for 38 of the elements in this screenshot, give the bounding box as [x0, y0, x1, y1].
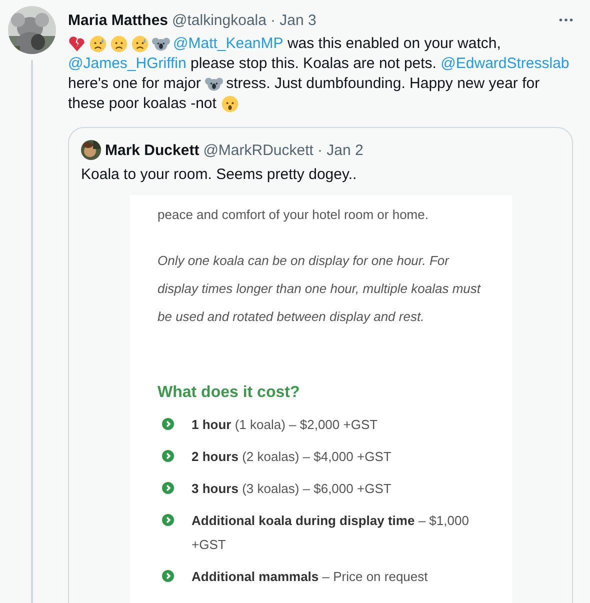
price-item: Additional koala during display time – $1,000 [192, 512, 469, 530]
chevron-bullet-icon [162, 450, 174, 462]
document-text: peace and comfort of your hotel room or home. [158, 206, 430, 224]
chevron-bullet-icon [162, 418, 174, 430]
chevron-bullet-icon [162, 514, 174, 526]
tweet-text: these poor koalas -not [68, 94, 218, 114]
tweet-text: please stop this. Koalas are not pets. [189, 54, 438, 74]
author-name[interactable]: Maria Matthes [68, 12, 168, 28]
chevron-bullet-icon [162, 482, 174, 494]
tweet-text: was this enabled on your watch, [286, 34, 501, 54]
tweet-text: Koala to your room. Seems pretty dogey.. [81, 166, 358, 183]
koala-icon [152, 35, 170, 53]
price-item: 3 hours (3 koalas) – $6,000 +GST [192, 480, 392, 498]
price-item: 1 hour (1 koala) – $2,000 +GST [192, 416, 378, 434]
price-item: 2 hours (2 koalas) – $4,000 +GST [192, 448, 392, 466]
document-text: display times longer than one hour, multiple koalas must [158, 280, 482, 298]
tweet-text: stress. Just dumbfounding. Happy new year for [226, 74, 540, 94]
more-icon[interactable] [559, 18, 573, 22]
author-name[interactable]: Mark Duckett [105, 142, 200, 158]
tweet-time[interactable]: · Jan 2 [317, 142, 364, 158]
document-text: Only one koala can be on display for one hour. For [158, 252, 450, 270]
chevron-bullet-icon [162, 570, 174, 582]
koala-icon [205, 75, 224, 93]
worried-face-icon [110, 35, 128, 53]
tweet-text: here's one for major [68, 74, 202, 94]
document-image[interactable] [130, 195, 512, 603]
document-text: be used and rotated between display and rest. [158, 308, 426, 326]
author-handle[interactable]: @MarkRDuckett [203, 142, 314, 158]
surprised-face-icon [220, 95, 239, 113]
tweet-time[interactable]: · Jan 3 [270, 12, 316, 28]
document-heading: What does it cost? [158, 383, 301, 403]
quoted-tweet-card[interactable] [68, 127, 573, 603]
crying-face-icon [131, 35, 149, 53]
price-item: Additional mammals – Price on request [192, 568, 428, 586]
author-handle[interactable]: @talkingkoala [172, 12, 266, 28]
broken-heart-icon [68, 35, 86, 53]
price-item: +GST [192, 536, 227, 554]
sweaty-face-icon [89, 35, 107, 53]
